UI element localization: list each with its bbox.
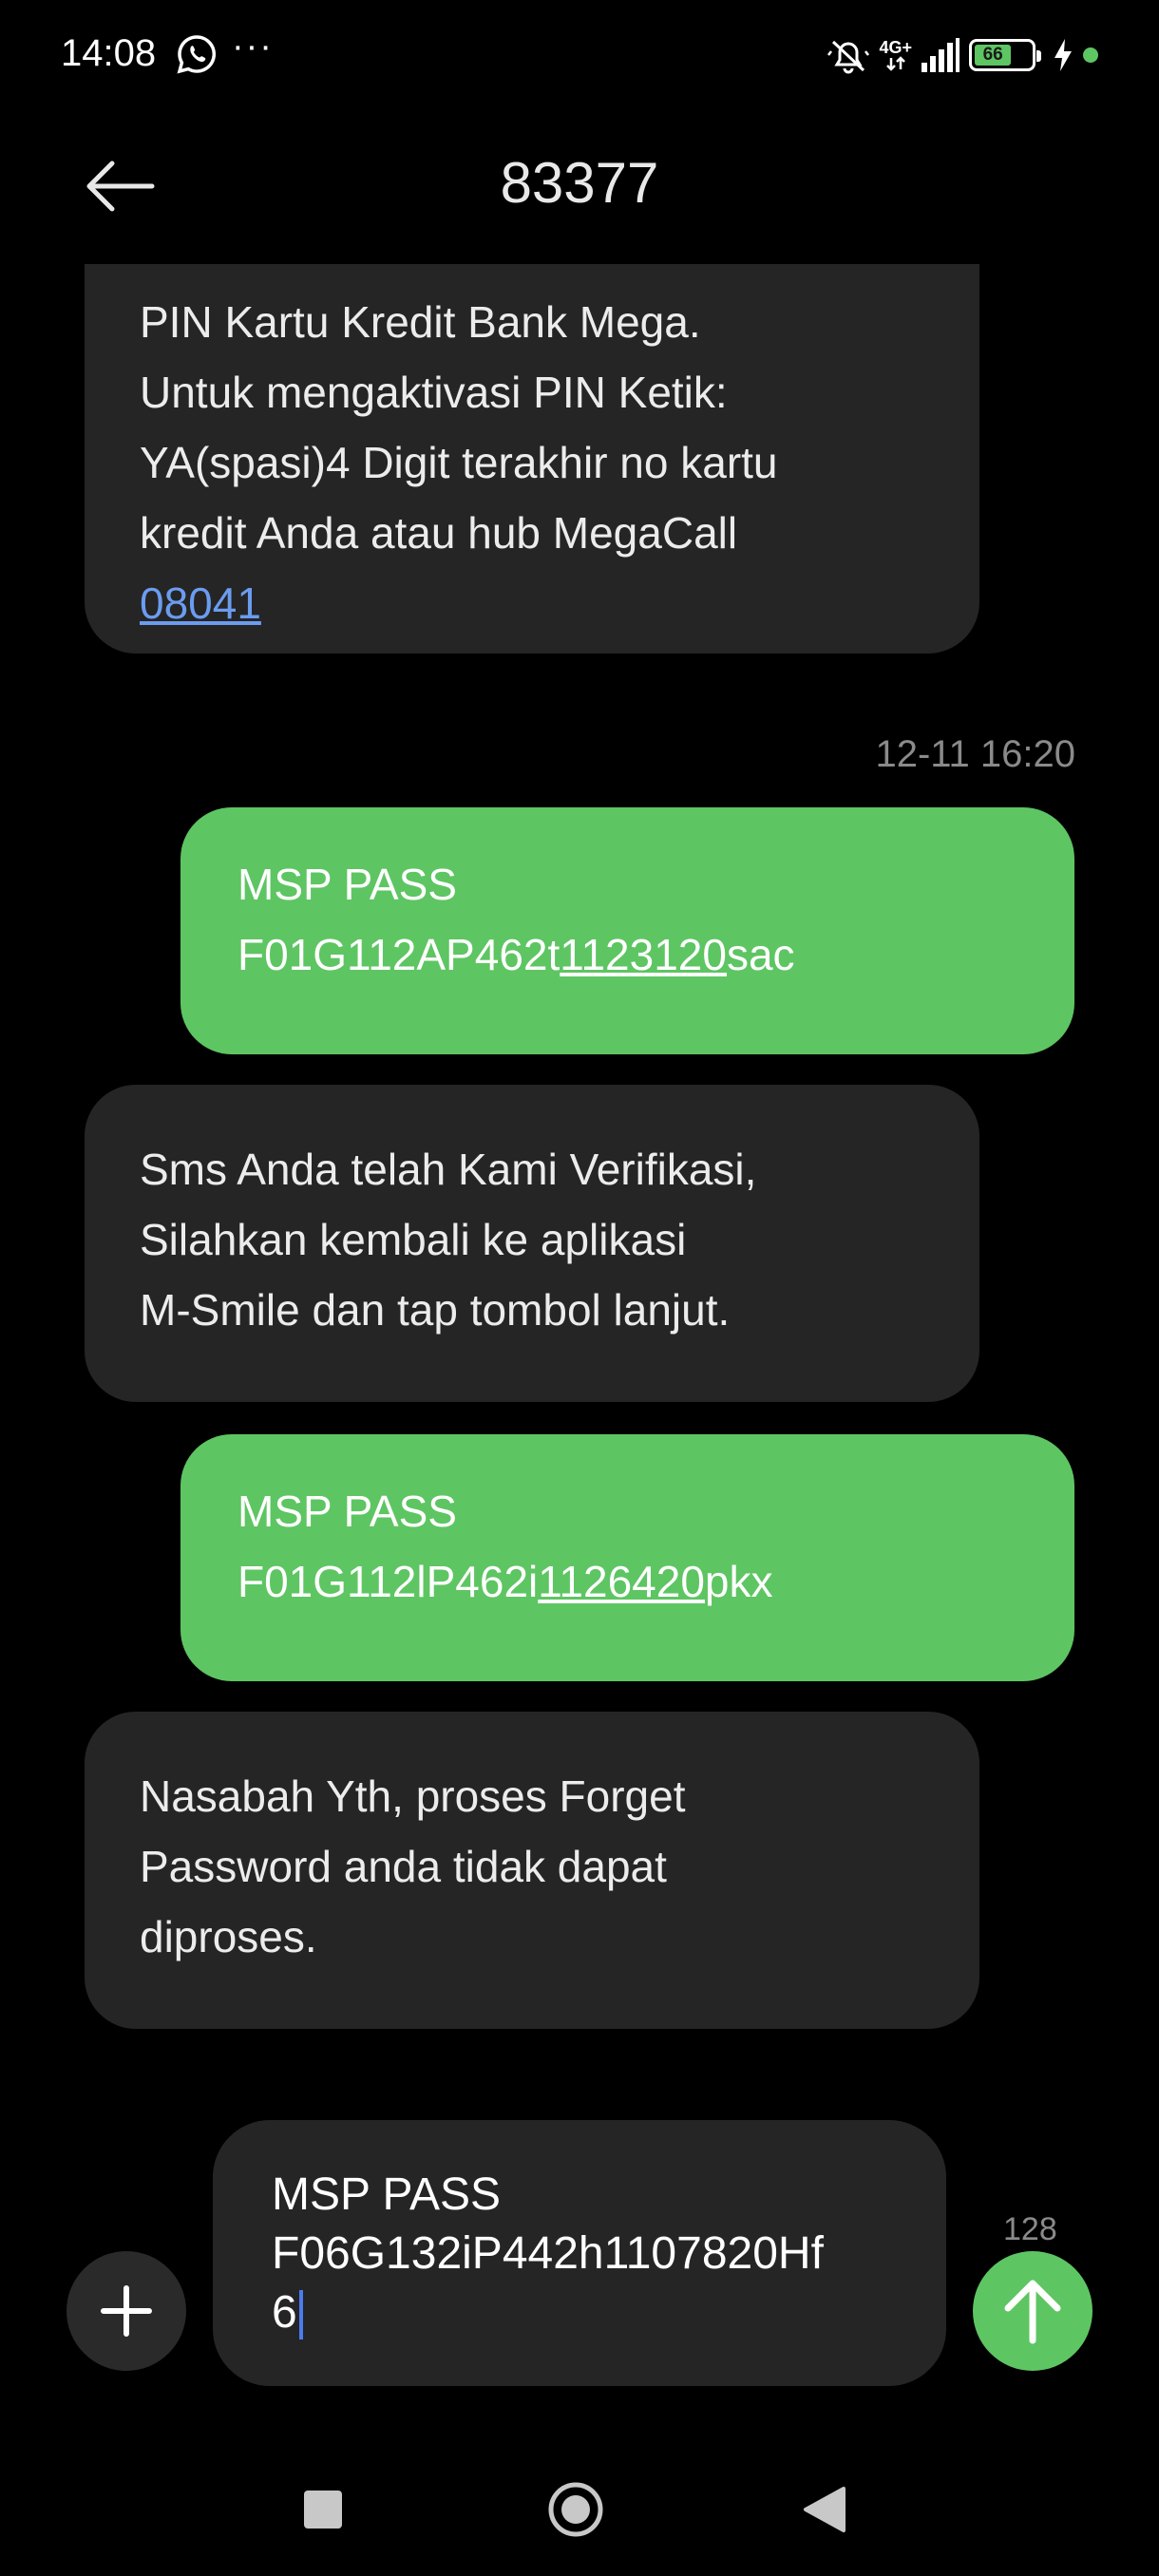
message-line: Sms Anda telah Kami Verifikasi, (140, 1145, 757, 1194)
circle-home-icon[interactable] (547, 2481, 604, 2538)
text-cursor (298, 2290, 303, 2340)
add-attachment-button[interactable] (66, 2251, 186, 2371)
message-line: F01G112lP462i1126420pkx (238, 1546, 1017, 1617)
message-line: F01G112AP462t1123120sac (238, 919, 1017, 990)
square-icon[interactable] (304, 2491, 342, 2529)
status-time: 14:08 (61, 32, 157, 74)
input-line: MSP PASS (272, 2169, 501, 2220)
outgoing-message[interactable]: MSP PASS F01G112lP462i1126420pkx (180, 1434, 1074, 1681)
message-line: diproses. (140, 1912, 317, 1961)
message-line: Password anda tidak dapat (140, 1842, 667, 1891)
phone-link[interactable]: 08041 (140, 578, 261, 628)
conversation-header: 83377 (0, 123, 1159, 247)
status-right: 4G+ 66 (827, 34, 1098, 76)
message-line: Silahkan kembali ke aplikasi (140, 1215, 687, 1264)
charging-bolt-icon (1054, 39, 1072, 71)
composer: MSP PASS F06G132iP442h1107820Hf 6 128 (0, 2109, 1159, 2394)
network-indicator: 4G+ (879, 39, 912, 71)
code-prefix: F01G112AP462t (238, 930, 560, 979)
code-number-link[interactable]: 1126420 (538, 1557, 705, 1606)
incoming-message[interactable]: Sms Anda telah Kami Verifikasi, Silahkan… (85, 1085, 979, 1402)
more-notifications-icon: ··· (232, 27, 274, 66)
triangle-back-icon[interactable] (802, 2485, 847, 2534)
status-bar: 14:08 ··· 4G+ 66 (0, 0, 1159, 114)
message-line: kredit Anda atau hub MegaCall (140, 508, 738, 558)
message-input[interactable]: MSP PASS F06G132iP442h1107820Hf 6 (213, 2120, 946, 2386)
silent-bell-icon (827, 40, 870, 74)
data-arrows-icon (885, 56, 905, 71)
message-line: Nasabah Yth, proses Forget (140, 1771, 686, 1821)
message-line: Untuk mengaktivasi PIN Ketik: (140, 368, 728, 417)
network-type: 4G+ (879, 38, 912, 57)
input-line: F06G132iP442h1107820Hf (272, 2228, 824, 2279)
message-line: M-Smile dan tap tombol lanjut. (140, 1285, 731, 1335)
message-timestamp: 12-11 16:20 (875, 733, 1075, 775)
outgoing-message[interactable]: MSP PASS F01G112AP462t1123120sac (180, 807, 1074, 1054)
plus-icon (101, 2285, 152, 2337)
code-suffix: pkx (704, 1557, 773, 1606)
message-line: PIN Kartu Kredit Bank Mega. (140, 297, 701, 347)
code-number-link[interactable]: 1123120 (560, 930, 727, 979)
incoming-message[interactable]: PIN Kartu Kredit Bank Mega. Untuk mengak… (85, 264, 979, 653)
green-dot-indicator (1083, 47, 1098, 63)
message-line: MSP PASS (238, 1487, 457, 1536)
battery-level: 66 (982, 45, 1003, 65)
whatsapp-icon (177, 35, 217, 74)
code-suffix: sac (726, 930, 795, 979)
signal-icon (922, 38, 960, 72)
code-prefix: F01G112lP462i (238, 1557, 539, 1606)
battery-fill: 66 (975, 45, 1012, 66)
input-line-text: 6 (272, 2287, 297, 2338)
battery-icon: 66 (969, 39, 1041, 71)
conversation-title: 83377 (500, 151, 659, 215)
input-line: 6 (272, 2283, 887, 2342)
message-list[interactable]: PIN Kartu Kredit Bank Mega. Untuk mengak… (0, 264, 1159, 2097)
arrow-up-icon (1004, 2280, 1061, 2344)
incoming-message[interactable]: Nasabah Yth, proses Forget Password anda… (85, 1712, 979, 2029)
message-line: MSP PASS (238, 860, 457, 909)
message-line: YA(spasi)4 Digit terakhir no kartu (140, 438, 778, 487)
send-button[interactable] (973, 2251, 1092, 2371)
character-count: 128 (1003, 2211, 1057, 2247)
system-nav-bar (0, 2460, 1159, 2555)
